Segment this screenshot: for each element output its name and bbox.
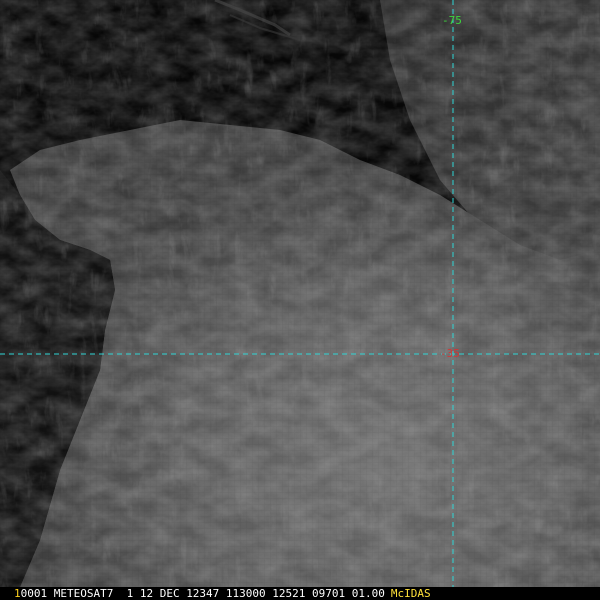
product-tag: McIDAS bbox=[390, 587, 431, 600]
latitude-label: -35 bbox=[440, 347, 460, 360]
longitude-label: -75 bbox=[442, 14, 462, 27]
status-bar: 10001 METEOSAT7 1 12 DEC 12347 113000 12… bbox=[0, 587, 600, 600]
frame-index: 1 bbox=[14, 587, 21, 600]
image-info: 0001 METEOSAT7 1 12 DEC 12347 113000 125… bbox=[20, 587, 385, 600]
satellite-image bbox=[0, 0, 600, 587]
satellite-viewer: -75 -35 10001 METEOSAT7 1 12 DEC 12347 1… bbox=[0, 0, 600, 600]
